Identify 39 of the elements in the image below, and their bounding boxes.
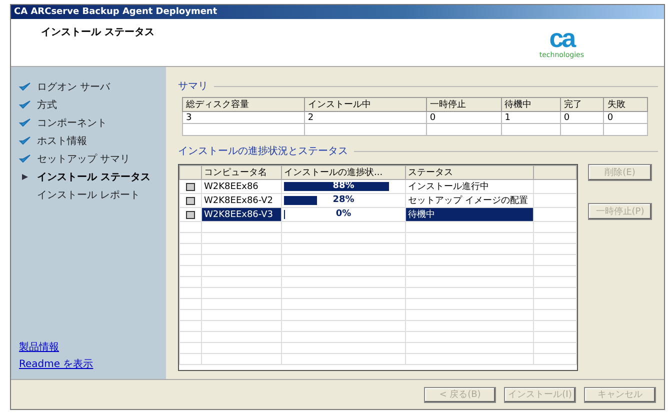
column-header: 失敗 — [604, 98, 648, 112]
check-icon — [19, 82, 31, 92]
percent-label: 0% — [334, 210, 352, 219]
step-label: ホスト情報 — [37, 134, 87, 148]
column-header: 一時停止 — [426, 98, 502, 112]
step-label: 方式 — [37, 98, 57, 112]
table-cell: 0 — [560, 112, 604, 124]
column-header: 総ディスク容量 — [182, 98, 304, 112]
table-cell: 0 — [426, 112, 502, 124]
check-icon — [19, 136, 31, 146]
step-label: ログオン サーバ — [37, 81, 110, 94]
link[interactable]: Readme を表示 — [19, 357, 166, 371]
table-cell[interactable]: W2K8EEx86 — [202, 180, 282, 194]
column-header: コンピュータ名 — [202, 166, 282, 180]
table-cell: 0 — [604, 112, 648, 124]
column-header: インストールの進捗状... — [282, 166, 406, 180]
table-cell: 2 — [304, 112, 426, 124]
percent-label: 28% — [332, 196, 356, 205]
check-icon — [19, 154, 31, 164]
column-header: ステータス — [406, 166, 534, 180]
table-cell[interactable]: W2K8EEx86-V3 — [202, 208, 282, 222]
table-cell: 待機中 — [406, 208, 534, 222]
check-icon — [19, 100, 31, 110]
column-header: 待機中 — [501, 98, 560, 112]
table-cell: 1 — [501, 112, 560, 124]
step-label: インストール ステータス — [37, 171, 150, 184]
window-title: CA ARCserve Backup Agent Deployment — [11, 5, 664, 19]
section-title: サマリ — [178, 80, 208, 93]
table-cell: 3 — [182, 112, 304, 124]
check-icon — [19, 118, 31, 128]
page-title: インストール ステータス — [41, 26, 154, 39]
column-header: インストール中 — [304, 98, 426, 112]
section-title: インストールの進捗状況とステータス — [178, 144, 348, 158]
step-label: コンポーネント — [37, 117, 107, 130]
link[interactable]: 製品情報 — [19, 340, 166, 354]
table-cell: インストール進行中 — [406, 180, 534, 194]
step-label: インストール レポート — [37, 189, 140, 202]
step-label: セットアップ サマリ — [37, 152, 130, 166]
column-header: 完了 — [560, 98, 604, 112]
